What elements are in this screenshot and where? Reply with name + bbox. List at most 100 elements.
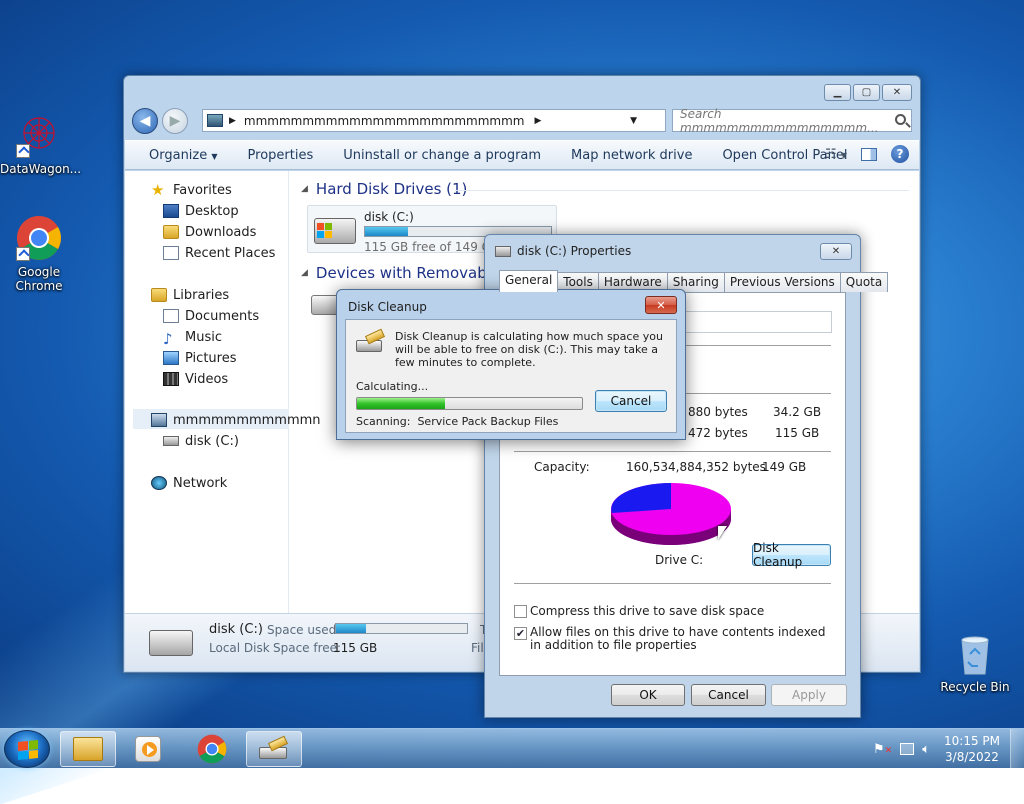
network-icon[interactable] — [900, 743, 915, 755]
nav-libraries[interactable]: Libraries — [151, 286, 229, 304]
cleanup-progress-bar — [356, 397, 583, 410]
recycle-bin-icon — [952, 630, 998, 676]
computer-icon — [151, 413, 167, 427]
libraries-icon — [151, 288, 167, 302]
cancel-button[interactable]: Cancel — [691, 684, 766, 706]
taskbar-chrome-button[interactable] — [184, 731, 240, 767]
capacity-label: Capacity: — [534, 460, 590, 474]
drive-usage-fill — [365, 227, 408, 236]
nav-documents[interactable]: Documents — [163, 307, 259, 325]
recent-places-icon — [163, 246, 179, 260]
tab-previous-versions[interactable]: Previous Versions — [723, 272, 841, 292]
free-space-size: 115 GB — [775, 426, 820, 440]
details-truncated-label: Fil — [471, 641, 484, 655]
music-icon: ♪ — [163, 330, 173, 348]
back-button[interactable]: ◀ — [132, 108, 158, 134]
free-space-bytes: 472 bytes — [688, 426, 748, 440]
view-options-icon[interactable]: ☷ ▼ — [825, 147, 847, 162]
scanning-value: Service Pack Backup Files — [417, 415, 559, 428]
drive-name: disk (C:) — [364, 210, 414, 224]
windows-logo-icon — [18, 739, 38, 761]
compress-checkbox[interactable] — [514, 605, 527, 618]
close-button[interactable]: ✕ — [645, 296, 677, 314]
index-label: Allow files on this drive to have conten… — [530, 625, 826, 652]
nav-recent-places[interactable]: Recent Places — [163, 244, 275, 262]
disk-cleanup-button[interactable]: Disk Cleanup — [752, 541, 831, 569]
nav-downloads[interactable]: Downloads — [163, 223, 256, 241]
disk-usage-pie-chart — [611, 483, 731, 545]
videos-icon — [163, 372, 179, 386]
group-header-removable[interactable]: ◢ Devices with Removable S — [301, 264, 514, 282]
address-bar[interactable]: ▶ mmmmmmmmmmmmmmmmmmmmmmmm ▶ ▼ ⟳ — [202, 109, 732, 133]
taskbar-explorer-button[interactable] — [60, 731, 116, 767]
disk-cleanup-icon — [356, 328, 386, 352]
tab-strip: General Tools Hardware Sharing Previous … — [499, 270, 889, 292]
index-checkbox[interactable]: ✔ — [514, 627, 527, 640]
breadcrumb-computer[interactable]: mmmmmmmmmmmmmmmmmmmmmmmm — [244, 114, 525, 128]
chevron-down-icon: ▼ — [211, 151, 218, 161]
scanning-line: Scanning: Service Pack Backup Files — [356, 415, 558, 428]
search-input[interactable]: Search mmmmmmmmmmmmmmmm... — [672, 106, 912, 135]
volume-icon[interactable]: 🔈︎ — [922, 742, 930, 757]
taskbar-media-player-button[interactable] — [120, 731, 176, 767]
nav-network[interactable]: Network — [151, 474, 227, 492]
show-desktop-button[interactable] — [1010, 729, 1024, 769]
details-space-used-fill — [336, 624, 367, 633]
network-icon — [151, 476, 167, 490]
details-drive-type: Local Disk — [209, 641, 270, 655]
details-space-free-label: Space free: — [273, 641, 342, 655]
nav-music[interactable]: ♪ Music — [163, 328, 222, 349]
tab-quota[interactable]: Quota — [839, 272, 889, 292]
group-header-hard-disk[interactable]: ◢ Hard Disk Drives (1) — [301, 180, 467, 198]
drive-label-input[interactable] — [684, 311, 832, 333]
compress-label: Compress this drive to save disk space — [530, 604, 765, 618]
search-placeholder: Search mmmmmmmmmmmmmmmm... — [680, 106, 879, 135]
nav-pictures[interactable]: Pictures — [163, 349, 236, 367]
help-icon[interactable]: ? — [891, 145, 909, 163]
map-network-drive-button[interactable]: Map network drive — [556, 148, 707, 163]
tab-general[interactable]: General — [499, 270, 559, 292]
apply-button[interactable]: Apply — [771, 684, 847, 706]
navigation-pane: ★ Favorites Desktop Downloads Recent Plac… — [125, 171, 321, 613]
nav-desktop[interactable]: Desktop — [163, 202, 239, 220]
close-button[interactable]: ✕ — [820, 243, 852, 260]
organize-button[interactable]: Organize ▼ — [125, 148, 233, 163]
desktop-icon-chrome[interactable]: Google Chrome — [0, 215, 78, 293]
address-dropdown-icon[interactable]: ▼ — [630, 116, 637, 126]
nav-videos[interactable]: Videos — [163, 370, 228, 388]
dialog-title: disk (C:) Properties — [495, 244, 631, 258]
details-drive-name: disk (C:) — [209, 622, 263, 637]
ok-button[interactable]: OK — [611, 684, 685, 706]
maximize-button[interactable]: ▢ — [853, 84, 880, 101]
action-center-flag-icon[interactable]: ⚑✕ — [873, 742, 892, 757]
taskbar-disk-cleanup-button[interactable] — [246, 731, 302, 767]
forward-button[interactable]: ▶ — [162, 108, 188, 134]
drive-free-text: 115 GB free of 149 GB — [364, 240, 500, 254]
documents-icon — [163, 309, 179, 323]
chrome-icon — [16, 215, 62, 261]
chrome-icon — [197, 734, 227, 764]
clock-date: 3/8/2022 — [945, 750, 999, 764]
breadcrumb-separator-icon: ▶ — [534, 115, 542, 126]
star-icon: ★ — [151, 181, 165, 199]
nav-favorites[interactable]: ★ Favorites — [151, 181, 232, 199]
start-button[interactable] — [4, 730, 50, 768]
close-button[interactable]: ✕ — [882, 84, 912, 101]
used-space-size: 34.2 GB — [773, 405, 822, 419]
search-icon — [895, 114, 906, 125]
clock[interactable]: 10:15 PM 3/8/2022 — [944, 733, 1000, 765]
minimize-button[interactable]: ▁ — [824, 84, 851, 101]
details-space-free-value: 115 GB — [333, 641, 378, 655]
pictures-icon — [163, 351, 179, 365]
desktop-icon-datawagon[interactable]: DataWagon... — [0, 112, 81, 176]
cleanup-cancel-button[interactable]: Cancel — [595, 390, 667, 412]
desktop-icon-recycle-bin[interactable]: Recycle Bin — [936, 630, 1014, 694]
command-bar: Organize ▼ Properties Uninstall or chang… — [125, 140, 919, 170]
preview-pane-icon[interactable] — [861, 147, 877, 161]
nav-disk-c[interactable]: disk (C:) — [163, 432, 239, 450]
uninstall-button[interactable]: Uninstall or change a program — [328, 148, 556, 163]
details-drive-icon — [149, 630, 193, 656]
properties-button[interactable]: Properties — [233, 148, 329, 163]
address-row: ◀ ▶ ▶ mmmmmmmmmmmmmmmmmmmmmmmm ▶ ▼ ⟳ Sea… — [132, 106, 912, 135]
cleanup-progress-fill — [357, 398, 445, 409]
